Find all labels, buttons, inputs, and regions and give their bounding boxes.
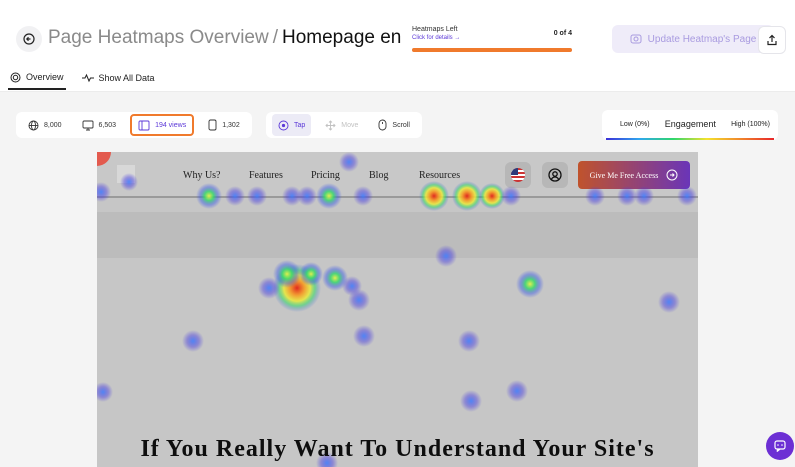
heat-spot (419, 181, 449, 211)
desktop-icon (82, 120, 93, 130)
mouse-icon (378, 119, 387, 131)
heat-spot (460, 390, 482, 412)
heat-spot (516, 270, 544, 298)
overview-icon (10, 72, 21, 82)
heatmaps-left-label: Heatmaps Left (412, 26, 458, 33)
chat-support-button[interactable] (766, 432, 794, 460)
chat-icon (774, 440, 786, 452)
mobile-icon (208, 119, 217, 131)
engagement-gradient (606, 138, 774, 140)
heat-spot (585, 186, 605, 206)
device-filter-group: 8,000 6,503 194 views 1,302 (16, 112, 252, 138)
hero-headline: If You Really Want To Understand Your Si… (140, 436, 655, 462)
pulse-icon (81, 73, 94, 83)
mode-filter-group: Tap Move Scroll (266, 112, 422, 138)
tap-icon (278, 120, 289, 130)
device-desktop[interactable]: 6,503 (76, 114, 123, 136)
breadcrumb-parent[interactable]: Page Heatmaps Overview (48, 27, 269, 48)
move-icon (325, 119, 336, 131)
heatmap-overlay (97, 152, 697, 467)
heat-spot (196, 183, 222, 209)
tablet-icon (138, 120, 150, 130)
arrow-left-icon (23, 33, 35, 45)
heat-spot (339, 152, 359, 172)
mode-scroll-label: Scroll (392, 121, 410, 129)
globe-icon (28, 120, 39, 130)
share-button[interactable] (758, 26, 786, 54)
device-all[interactable]: 8,000 (22, 114, 68, 136)
heat-spot (258, 277, 280, 299)
mode-tap-label: Tap (294, 121, 306, 129)
heat-spot (97, 182, 111, 202)
heat-spot (353, 325, 375, 347)
heat-spot (353, 186, 373, 206)
tab-overview[interactable]: Overview (8, 66, 66, 90)
heatmaps-left-widget: Heatmaps Left Click for details → 0 of 4 (412, 26, 572, 52)
engagement-title: Engagement (664, 119, 716, 129)
heat-spot (247, 186, 267, 206)
back-button[interactable] (16, 26, 42, 52)
device-mobile-count: 1,302 (222, 121, 240, 129)
heat-spot (458, 330, 480, 352)
breadcrumb-current: Homepage en (282, 27, 402, 48)
device-desktop-count: 6,503 (98, 121, 117, 129)
view-tabs: Overview Show All Data (8, 66, 157, 90)
engagement-legend: Low (0%) Engagement High (100%) (602, 110, 778, 140)
mode-scroll[interactable]: Scroll (372, 114, 416, 136)
heatmaps-progress-fill (412, 48, 572, 52)
heat-spot (299, 262, 323, 286)
heatmaps-details-link[interactable]: Click for details → (412, 35, 572, 41)
heat-spot (225, 186, 245, 206)
mode-tap[interactable]: Tap (272, 114, 312, 136)
heat-spot (120, 173, 138, 191)
tab-overview-label: Overview (26, 72, 64, 82)
tab-show-all-data[interactable]: Show All Data (80, 66, 157, 90)
heatmaps-left-count: 0 of 4 (553, 30, 572, 37)
heat-spot (348, 289, 370, 311)
camera-icon (630, 34, 642, 44)
heat-spot (316, 183, 342, 209)
mode-move-label: Move (341, 121, 359, 129)
engagement-high-label: High (100%) (731, 120, 770, 128)
update-heatmap-page-button[interactable]: Update Heatmap's Page (612, 25, 774, 53)
heat-spot (97, 382, 113, 402)
device-mobile[interactable]: 1,302 (202, 114, 246, 136)
heatmap-preview[interactable]: Why Us? Features Pricing Blog Resources … (97, 152, 698, 467)
heat-spot (658, 291, 680, 313)
device-all-count: 8,000 (44, 121, 62, 129)
heat-spot (452, 181, 482, 211)
heat-spot (435, 245, 457, 267)
device-tablet-count: 194 views (155, 121, 187, 129)
device-tablet[interactable]: 194 views (130, 114, 195, 136)
heat-spot (634, 186, 654, 206)
heat-spot (297, 186, 317, 206)
heat-spot (506, 380, 528, 402)
heat-spot (501, 186, 521, 206)
heat-spot (182, 330, 204, 352)
mode-move[interactable]: Move (319, 114, 364, 136)
engagement-low-label: Low (0%) (620, 120, 650, 128)
tab-show-all-data-label: Show All Data (98, 73, 155, 83)
share-icon (767, 34, 777, 46)
breadcrumb-separator: / (272, 27, 278, 48)
heatmaps-progress-bar (412, 48, 572, 52)
update-heatmap-page-label: Update Heatmap's Page (647, 33, 757, 45)
page-title: Page Heatmaps Overview / Homepage en (48, 27, 401, 49)
heat-spot (677, 186, 697, 206)
